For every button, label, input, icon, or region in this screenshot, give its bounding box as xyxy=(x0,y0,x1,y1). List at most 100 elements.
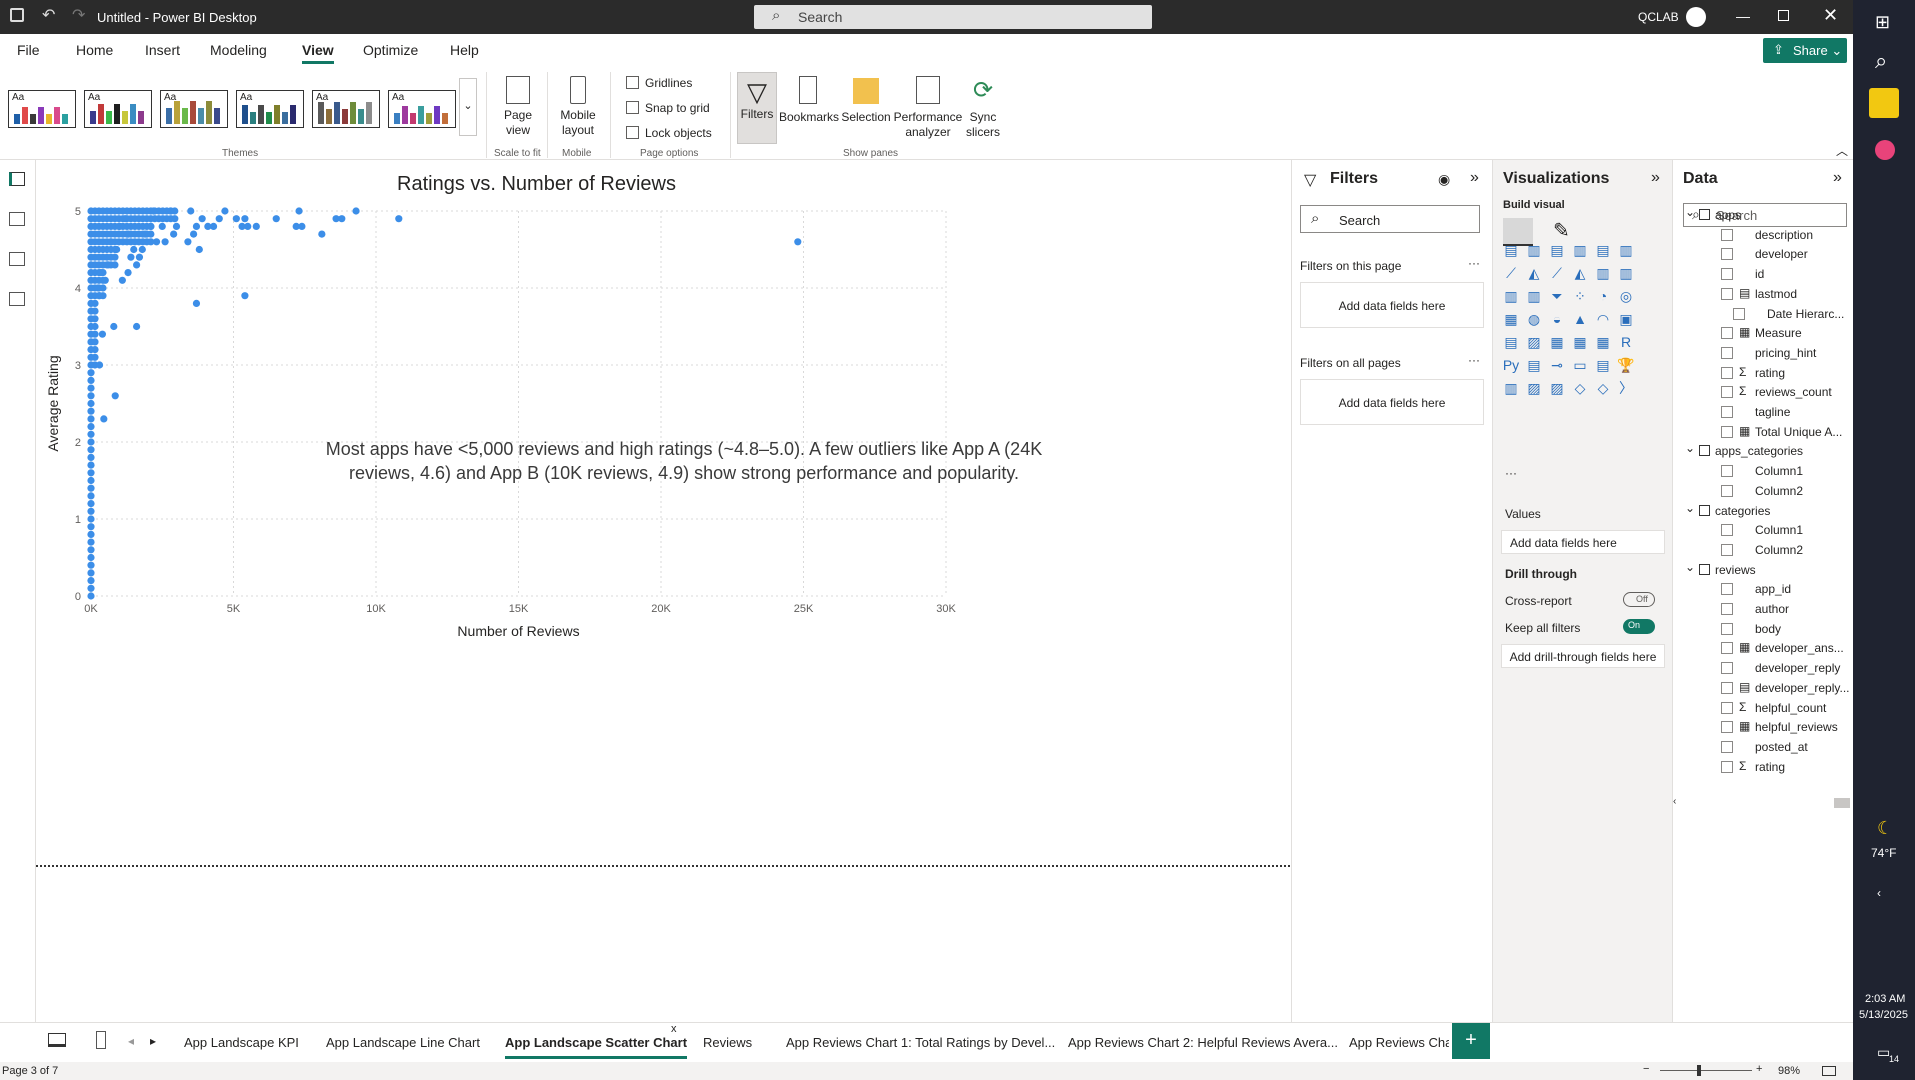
qa-visual-icon[interactable]: ⊸ xyxy=(1547,355,1567,375)
field-checkbox[interactable] xyxy=(1721,386,1733,399)
field-checkbox[interactable] xyxy=(1721,543,1733,556)
cross-report-toggle[interactable]: Off xyxy=(1623,592,1655,607)
menu-view[interactable]: View xyxy=(302,42,334,64)
page-tab[interactable]: Reviews xyxy=(703,1035,752,1050)
line-column-visual-icon[interactable]: ▥ xyxy=(1593,263,1613,283)
data-field-item[interactable]: id xyxy=(1673,264,1854,284)
data-field-item[interactable]: ▤ developer_reply... xyxy=(1673,678,1854,698)
theme-swatch[interactable]: Aa xyxy=(236,90,304,128)
python-visual-visual-icon[interactable]: R xyxy=(1616,332,1636,352)
page-tab[interactable]: App Landscape Line Chart xyxy=(326,1035,480,1050)
sync-slicers-button[interactable]: ⟳ Sync slicers xyxy=(962,76,1004,140)
collapse-pane-icon[interactable]: » xyxy=(1470,169,1479,187)
pie-visual-icon[interactable]: ⏷ xyxy=(1547,286,1567,306)
fit-page-icon[interactable] xyxy=(1822,1066,1836,1076)
filters-page-dropzone[interactable]: Add data fields here xyxy=(1300,282,1484,328)
save-icon[interactable] xyxy=(10,8,24,22)
decomposition-tree-visual-icon[interactable]: ▤ xyxy=(1524,355,1544,375)
desktop-layout-icon[interactable] xyxy=(48,1033,66,1047)
menu-file[interactable]: File xyxy=(17,42,40,58)
data-field-item[interactable]: pricing_hint xyxy=(1673,343,1854,363)
table-visual-icon[interactable]: ▦ xyxy=(1547,332,1567,352)
data-table-item[interactable]: ⌄ apps_categories xyxy=(1673,441,1854,461)
field-checkbox[interactable] xyxy=(1721,603,1733,615)
paginated-report-visual-icon[interactable]: ▤ xyxy=(1593,355,1613,375)
close-tab-icon[interactable]: x xyxy=(671,1023,677,1035)
zoom-slider[interactable] xyxy=(1660,1070,1752,1071)
data-field-item[interactable]: ▦ developer_ans... xyxy=(1673,638,1854,658)
undo-icon[interactable]: ↶ xyxy=(42,5,55,25)
field-checkbox[interactable] xyxy=(1721,662,1733,675)
data-field-item[interactable]: Σhelpful_count xyxy=(1673,698,1854,718)
field-checkbox[interactable] xyxy=(1721,681,1733,694)
menu-insert[interactable]: Insert xyxy=(145,42,180,58)
chevron-down-icon[interactable]: ⌄ xyxy=(1685,560,1695,574)
data-field-item[interactable]: description xyxy=(1673,225,1854,245)
filled-map-visual-icon[interactable]: ▦ xyxy=(1501,309,1521,329)
data-field-item[interactable]: Σrating xyxy=(1673,363,1854,383)
gridlines-checkbox[interactable]: Gridlines xyxy=(626,76,692,90)
report-view-icon[interactable] xyxy=(9,172,25,186)
field-checkbox[interactable] xyxy=(1721,406,1733,418)
data-field-item[interactable]: developer_reply xyxy=(1673,658,1854,678)
scroll-left-icon[interactable]: ‹ xyxy=(1673,796,1676,807)
arcgis-visual-icon[interactable]: ▨ xyxy=(1547,378,1567,398)
model-view-icon[interactable] xyxy=(9,252,25,266)
more-options-icon[interactable]: ··· xyxy=(1468,353,1480,367)
data-field-item[interactable]: Date Hierarc... xyxy=(1673,304,1854,324)
kpi-visual-icon[interactable]: ▤ xyxy=(1501,332,1521,352)
data-field-item[interactable]: app_id xyxy=(1673,579,1854,599)
search-icon[interactable]: ⌕ xyxy=(1875,48,1887,74)
data-field-item[interactable]: ▦ Total Unique A... xyxy=(1673,422,1854,442)
field-checkbox[interactable] xyxy=(1721,366,1733,379)
zoom-thumb[interactable] xyxy=(1697,1065,1701,1076)
shape-map-visual-icon[interactable]: ◍ xyxy=(1524,309,1544,329)
table-view-icon[interactable] xyxy=(9,212,25,226)
field-checkbox[interactable] xyxy=(1721,760,1733,773)
data-table-item[interactable]: ⌄ apps xyxy=(1673,205,1854,225)
metrics-visual-icon[interactable]: 🏆 xyxy=(1616,355,1636,375)
data-table-item[interactable]: ⌄ categories xyxy=(1673,501,1854,521)
mobile-layout-button[interactable]: Mobile layout xyxy=(556,76,600,138)
more-visuals-icon[interactable]: ··· xyxy=(1505,466,1517,480)
close-icon[interactable]: ✕ xyxy=(1823,5,1838,26)
powerbi-app-icon[interactable] xyxy=(1869,88,1899,118)
zoom-in-icon[interactable]: + xyxy=(1756,1063,1762,1075)
scroll-tabs-left-icon[interactable]: ◂ xyxy=(128,1034,134,1048)
power-automate-visual-icon[interactable]: ▨ xyxy=(1524,378,1544,398)
map-visual-icon[interactable]: ◎ xyxy=(1616,286,1636,306)
clustered-column-visual-icon[interactable]: ▥ xyxy=(1570,240,1590,260)
stacked-bar-visual-icon[interactable]: ▤ xyxy=(1501,240,1521,260)
field-checkbox[interactable] xyxy=(1721,248,1733,261)
theme-swatch[interactable]: Aa xyxy=(84,90,152,128)
funnel-visual-icon[interactable]: ▥ xyxy=(1501,286,1521,306)
stacked-area-visual-icon[interactable]: ⟋ xyxy=(1547,263,1567,283)
field-checkbox[interactable] xyxy=(1721,701,1733,714)
data-field-item[interactable]: body xyxy=(1673,619,1854,639)
100-column-visual-icon[interactable]: ▥ xyxy=(1616,240,1636,260)
drill-dropzone[interactable]: Add drill-through fields here xyxy=(1501,644,1665,668)
more-options-icon[interactable]: ··· xyxy=(1468,256,1480,270)
scatter-visual-icon[interactable]: ▥ xyxy=(1524,286,1544,306)
filters-all-dropzone[interactable]: Add data fields here xyxy=(1300,379,1484,425)
page-tab[interactable]: App Reviews Chart 3 xyxy=(1349,1035,1449,1050)
multirow-card-visual-icon[interactable]: ▣ xyxy=(1616,309,1636,329)
field-checkbox[interactable] xyxy=(1721,287,1733,300)
matrix-visual-icon[interactable]: ▦ xyxy=(1570,332,1590,352)
filters-pane-button[interactable]: ▽ Filters xyxy=(737,72,777,144)
theme-swatch[interactable]: Aa xyxy=(312,90,380,128)
clustered-bar-visual-icon[interactable]: ▤ xyxy=(1547,240,1567,260)
lock-objects-checkbox[interactable]: Lock objects xyxy=(626,126,712,140)
eye-icon[interactable]: ◉ xyxy=(1438,171,1450,188)
windows-start-icon[interactable]: ⊞ xyxy=(1875,12,1890,33)
menu-modeling[interactable]: Modeling xyxy=(210,42,267,58)
data-field-item[interactable]: Σrating xyxy=(1673,757,1854,777)
custom-visual-visual-icon[interactable]: ◇ xyxy=(1570,378,1590,398)
field-checkbox[interactable] xyxy=(1721,524,1733,537)
snap-to-grid-checkbox[interactable]: Snap to grid xyxy=(626,101,710,115)
slicer-visual-icon[interactable]: ▨ xyxy=(1524,332,1544,352)
azure-map-visual-icon[interactable]: ◒ xyxy=(1547,309,1567,329)
page-tab[interactable]: App Reviews Chart 1: Total Ratings by De… xyxy=(786,1035,1055,1050)
data-field-item[interactable]: Column1 xyxy=(1673,461,1854,481)
more-visual-icon[interactable]: ◇ xyxy=(1593,378,1613,398)
